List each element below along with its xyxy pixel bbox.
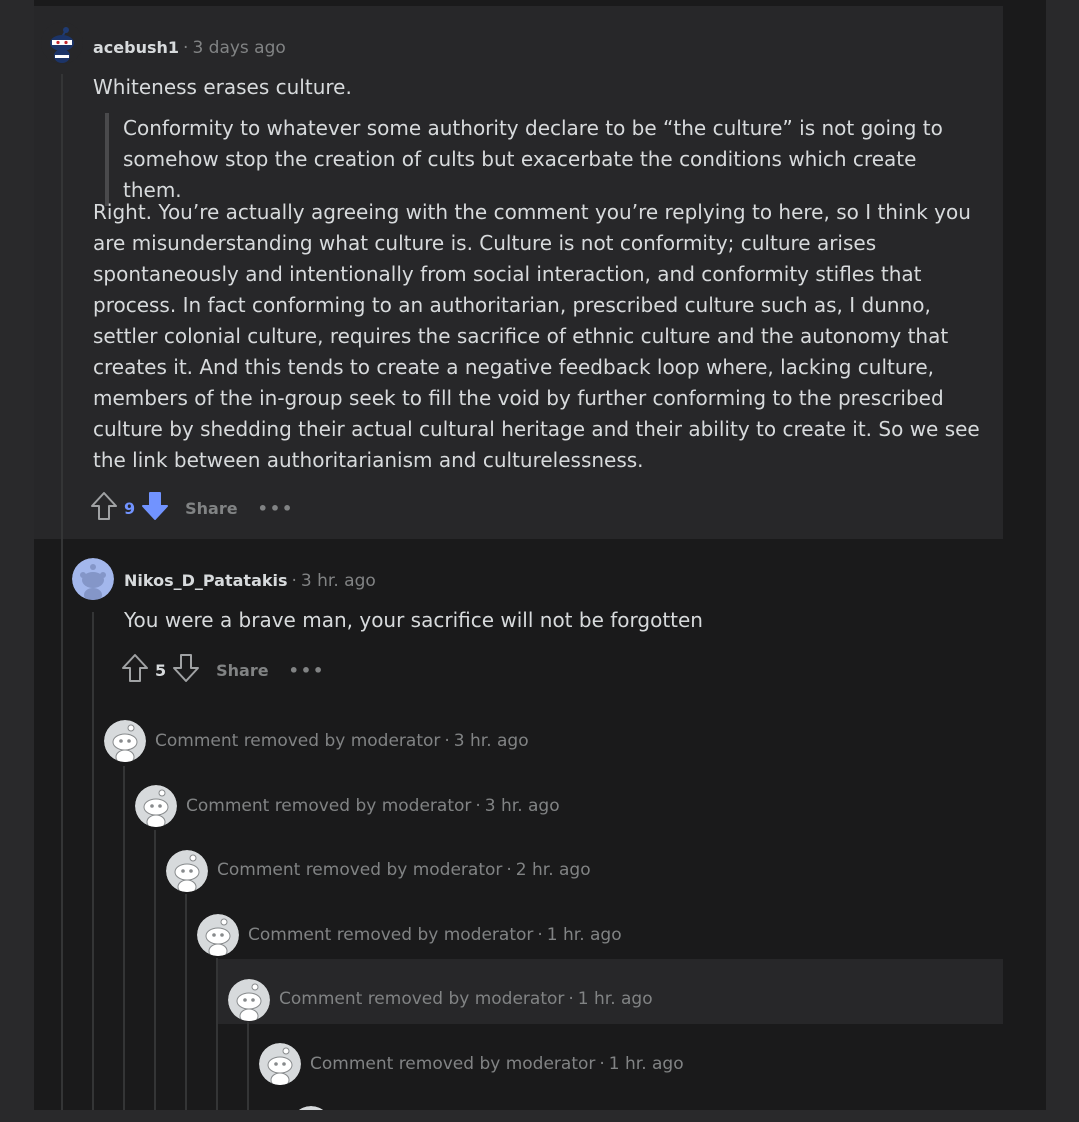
separator: · [475,796,481,816]
comment-body: Right. You’re actually agreeing with the… [93,200,980,472]
share-button[interactable]: Share [216,661,268,680]
avatar [104,720,146,762]
snoo-icon [72,558,114,600]
avatar [259,1043,301,1085]
timestamp[interactable]: 2 hr. ago [516,860,591,880]
comment-actions: 5 Share ••• [121,652,325,688]
timestamp[interactable]: 3 hr. ago [485,796,560,816]
more-options-button[interactable]: ••• [289,661,326,680]
upvote-icon[interactable] [90,491,118,525]
snoo-icon [228,979,270,1021]
avatar [228,979,270,1021]
timestamp[interactable]: 1 hr. ago [609,1054,684,1074]
comment-meta: acebush1 · 3 days ago [93,38,286,58]
timestamp[interactable]: 1 hr. ago [547,925,622,945]
removed-label: Comment removed by moderator [217,860,503,880]
share-button[interactable]: Share [185,499,237,518]
username[interactable]: acebush1 [93,38,179,57]
snoo-icon [197,914,239,956]
removed-label: Comment removed by moderator [248,925,534,945]
removed-label: Comment removed by moderator [155,731,441,751]
avatar[interactable] [72,558,114,600]
removed-label: Comment removed by moderator [310,1054,596,1074]
timestamp[interactable]: 1 hr. ago [578,989,653,1009]
avatar[interactable] [41,22,83,64]
snoo-icon [259,1043,301,1085]
comment-actions: 9 Share ••• [90,490,294,526]
username[interactable]: Nikos_D_Patatakis [124,571,288,590]
thread-line[interactable] [247,1022,249,1110]
separator: · [444,731,450,751]
thread-line[interactable] [61,74,63,1110]
downvote-icon[interactable] [172,653,200,687]
thread-line[interactable] [216,958,218,1110]
separator: · [183,38,189,58]
separator: · [291,571,297,591]
thread-line[interactable] [154,830,156,1110]
snoo-icon [135,785,177,827]
separator: · [506,860,512,880]
vote-count: 5 [155,660,167,680]
snoo-icon [104,720,146,762]
vote-count: 9 [124,498,136,518]
snoo-icon [298,1106,324,1110]
comment-body: You were a brave man, your sacrifice wil… [124,608,703,632]
comment-body: Whiteness erases culture. [93,75,352,99]
snoo-icon [166,850,208,892]
thread-line[interactable] [185,894,187,1110]
removed-label: Comment removed by moderator [279,989,565,1009]
ninja-snoo-icon [41,22,83,64]
timestamp[interactable]: 3 hr. ago [301,571,376,591]
thread-line[interactable] [92,612,94,1110]
comment-meta: Nikos_D_Patatakis · 3 hr. ago [124,571,376,591]
separator: · [537,925,543,945]
removed-label: Comment removed by moderator [186,796,472,816]
downvote-icon[interactable] [141,491,169,525]
avatar [166,850,208,892]
comment-thread: acebush1 · 3 days ago Whiteness erases cul… [34,0,1046,1110]
avatar [135,785,177,827]
timestamp[interactable]: 3 hr. ago [454,731,529,751]
separator: · [599,1054,605,1074]
timestamp[interactable]: 3 days ago [192,38,285,58]
more-options-button[interactable]: ••• [258,499,295,518]
blockquote: Conformity to whatever some authority de… [105,113,973,206]
thread-line[interactable] [123,766,125,1110]
separator: · [568,989,574,1009]
avatar [290,1106,332,1110]
upvote-icon[interactable] [121,653,149,687]
avatar [197,914,239,956]
